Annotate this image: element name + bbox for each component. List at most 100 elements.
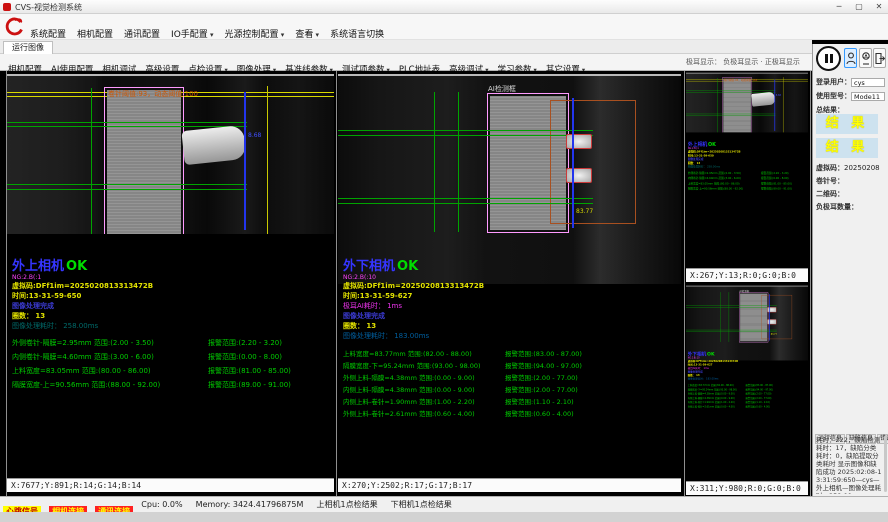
- exit-button[interactable]: [873, 48, 886, 68]
- camera1-image[interactable]: 卷针阈值:93，动态阈值:100 8.68: [7, 74, 334, 234]
- virtual-code-label: 虚拟码：: [816, 164, 844, 172]
- result-row: 隔膜宽度-上=90.56mm 范围:(88.00 - 92.00) 报警范围:(…: [688, 187, 807, 192]
- detection-rect: [104, 87, 184, 234]
- yellow-value-label: 83.77: [771, 333, 777, 335]
- blue-value-label: 8.68: [776, 94, 781, 97]
- measure-value: 上料宽度=83.05mm 范围:(80.00 - 86.00): [12, 366, 208, 380]
- camera2-title: 外下相机OK: [343, 260, 679, 274]
- overlay-line: [338, 135, 593, 136]
- virtual-code-value: 20250208: [844, 164, 880, 172]
- user-login-button[interactable]: [844, 48, 857, 68]
- elapsed-line: 图像处理耗时： 258.00ms: [12, 322, 332, 331]
- alarm-range: 报警范围:(2.20 - 3.20): [208, 338, 282, 352]
- measure-value: 外侧卷针-隔膜=2.95mm 范围:(2.00 - 3.50): [12, 338, 208, 352]
- measure-value: 内侧上料-卷针=1.90mm 范围:(1.00 - 2.20): [343, 396, 505, 408]
- status-bar: 心跳信号 相机连接 通讯连接 Cpu: 0.0% Memory: 3424.41…: [0, 496, 888, 512]
- needle-id-row: 卷针号：: [816, 176, 844, 186]
- app-window: CVS-视觉检测系统 ─ ▢ ✕ 系统配置相机配置通讯配置 IO手配置光源控制配置…: [0, 0, 888, 522]
- menu-item[interactable]: 系统配置: [30, 27, 66, 40]
- process-done-line: 图像处理完成: [343, 312, 679, 321]
- result-row: 内侧上料-卷针=1.90mm 范围:(1.00 - 2.20) 报警范围:(1.…: [343, 396, 679, 408]
- overlay-line: [244, 92, 246, 230]
- minimize-button[interactable]: ─: [830, 0, 848, 14]
- overlay-line: [434, 92, 435, 232]
- exit-icon: [875, 52, 885, 65]
- camera1-results: 外侧卷针-隔膜=2.95mm 范围:(2.00 - 3.50) 报警范围:(2.…: [688, 171, 807, 192]
- turns-line: 圈数： 13: [343, 322, 679, 331]
- ai-detection-rect: [550, 100, 636, 224]
- status-ok: OK: [66, 259, 87, 274]
- camera2-image[interactable]: AI检测框 83.77: [686, 286, 808, 361]
- lower-camera-check-result[interactable]: 下相机1点检结果: [391, 499, 452, 511]
- menu-item[interactable]: IO手配置: [171, 27, 214, 40]
- model-row: 使用型号：Mode11: [816, 91, 885, 101]
- status-ok: OK: [708, 142, 716, 148]
- measure-value: 内侧卷针-隔膜=4.60mm 范围:(3.00 - 6.00): [12, 352, 208, 366]
- measure-value: 上料宽度=83.77mm 范围:(82.00 - 88.00): [343, 348, 505, 360]
- turns-line: 圈数： 13: [12, 312, 332, 321]
- menu-item[interactable]: 通讯配置: [124, 27, 160, 40]
- log-scrollbar[interactable]: [884, 436, 887, 492]
- result-row: 上料宽度=83.77mm 范围:(82.00 - 88.00) 报警范围:(83…: [343, 348, 679, 360]
- overlay-line: [338, 203, 593, 204]
- upper-camera-check-result[interactable]: 上相机1点检结果: [316, 499, 377, 511]
- app-logo: [4, 17, 24, 37]
- result-row: 外侧上料-卷针=2.61mm 范围:(0.60 - 4.00) 报警范围:(0.…: [343, 408, 679, 420]
- user-switch-button[interactable]: [859, 48, 872, 68]
- process-done-line: 图像处理完成: [12, 302, 332, 311]
- elapsed-line: 图像处理耗时： 183.00ms: [688, 378, 808, 381]
- virtual-code-line: 虚拟码:DFf1im=2025020813313472B: [12, 282, 332, 291]
- time-line: 时间:13-31-59-627: [343, 292, 679, 301]
- result-row: 内侧上料-隔膜=4.38mm 范围:(0.00 - 9.00) 报警范围:(2.…: [343, 384, 679, 396]
- overlay-line: [7, 122, 247, 123]
- login-user-value: cys: [851, 78, 885, 87]
- menu-item[interactable]: 光源控制配置: [225, 27, 285, 40]
- user-icon: [846, 52, 856, 65]
- status-ok: OK: [707, 352, 715, 357]
- camera2-results: 上料宽度=83.77mm 范围:(82.00 - 88.00) 报警范围:(83…: [343, 348, 679, 420]
- maximize-button[interactable]: ▢: [850, 0, 868, 14]
- model-value: Mode11: [851, 92, 885, 101]
- virtual-code-line: 虚拟码:DFf1im=2025020813313472B: [343, 282, 679, 291]
- measure-value: 隔膜宽度-上=90.56mm 范围:(88.00 - 92.00): [688, 187, 761, 192]
- camera2-image[interactable]: AI检测框 83.77: [338, 74, 681, 284]
- result-row: 外侧卷针-隔膜=2.95mm 范围:(2.00 - 3.50) 报警范围:(2.…: [12, 338, 332, 352]
- alarm-range: 报警范围:(83.00 - 87.00): [505, 348, 582, 360]
- qrcode-row: 二维码：: [816, 189, 844, 199]
- tab-count-label: 负极耳数量：: [816, 203, 858, 211]
- menu-item[interactable]: 相机配置: [77, 27, 113, 40]
- close-button[interactable]: ✕: [870, 0, 888, 14]
- overlay-line: [267, 86, 268, 234]
- menu-item[interactable]: 查看: [295, 27, 319, 40]
- ng-line: NG:2.B(:1: [12, 274, 332, 281]
- elapsed-line: 图像处理耗时： 183.00ms: [343, 332, 679, 341]
- login-user-row: 登录用户：cys: [816, 77, 885, 87]
- camera-slot-2: AI检测框 83.77 外下相机OK NG:2.B(:10 虚拟码:DFf1im…: [338, 72, 681, 476]
- virtual-code-row: 虚拟码：20250208: [816, 163, 880, 173]
- tab-display-options[interactable]: 极耳显示： 负极耳显示 · 正极耳显示: [686, 57, 810, 67]
- needle-id-label: 卷针号：: [816, 177, 844, 185]
- camera1-image[interactable]: 卷针阈值:93，动态阈值:100 8.68: [686, 73, 808, 133]
- yellow-value-label: 83.77: [576, 208, 593, 215]
- title-bar: CVS-视觉检测系统 ─ ▢ ✕: [0, 0, 888, 14]
- overlay-line: [7, 126, 247, 127]
- detection-rect: [722, 78, 752, 133]
- menu-item[interactable]: 系统语言切换: [330, 27, 384, 40]
- camera1-title: 外上相机OK: [12, 260, 332, 274]
- thumb-view-1[interactable]: 卷针阈值:93，动态阈值:100 8.68 外上相机OK NG:2.B(:1 虚…: [686, 72, 808, 268]
- measure-value: 外侧上料-隔膜=4.38mm 范围:(0.00 - 9.00): [343, 372, 505, 384]
- tab-run-image[interactable]: 运行图像: [3, 41, 53, 54]
- measure-value: 外侧上料-卷针=2.61mm 范围:(0.60 - 4.00): [688, 405, 746, 409]
- camera2-results: 上料宽度=83.77mm 范围:(82.00 - 88.00) 报警范围:(83…: [688, 383, 808, 409]
- tab-highlight: [566, 168, 592, 183]
- separator: [336, 71, 337, 496]
- tab-highlight: [566, 134, 592, 149]
- alarm-range: 报警范围:(94.00 - 97.00): [505, 360, 582, 372]
- overlay-line: [458, 92, 459, 232]
- pause-button[interactable]: [816, 46, 841, 71]
- overlay-line: [338, 130, 593, 131]
- camera2-coords: X:270;Y:2502;R:17;G:17;B:17: [338, 478, 681, 492]
- alarm-range: 报警范围:(1.10 - 2.10): [505, 396, 574, 408]
- thumb-view-2[interactable]: AI检测框 83.77 外下相机OK NG:2.B(:10 虚拟码:DFf1im…: [686, 285, 808, 481]
- alarm-range: 报警范围:(89.00 - 91.00): [761, 187, 792, 192]
